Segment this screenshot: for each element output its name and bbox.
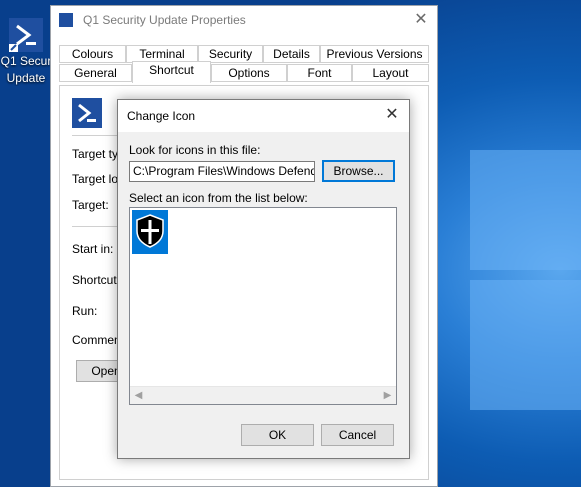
tab-general[interactable]: General bbox=[59, 64, 132, 82]
ok-button[interactable]: OK bbox=[241, 424, 314, 446]
properties-titlebar[interactable]: Q1 Security Update Properties ✕ bbox=[51, 6, 437, 36]
icon-list-item[interactable] bbox=[132, 210, 168, 254]
tab-colours[interactable]: Colours bbox=[59, 45, 126, 63]
scroll-right-icon[interactable]: ▶ bbox=[379, 387, 396, 404]
close-icon[interactable]: ✕ bbox=[375, 100, 409, 132]
horizontal-scrollbar[interactable]: ◀ ▶ bbox=[130, 386, 396, 404]
run-label: Run: bbox=[72, 304, 98, 318]
dialog-titlebar[interactable]: Change Icon ✕ bbox=[118, 100, 409, 132]
icon-file-path-input[interactable]: C:\Program Files\Windows Defender\ bbox=[129, 161, 315, 182]
tab-previous-versions[interactable]: Previous Versions bbox=[320, 45, 429, 63]
look-for-icons-label: Look for icons in this file: bbox=[129, 143, 261, 157]
cancel-button[interactable]: Cancel bbox=[321, 424, 394, 446]
browse-button[interactable]: Browse... bbox=[322, 160, 395, 182]
windows-logo-pane bbox=[470, 150, 581, 270]
dialog-title: Change Icon bbox=[127, 109, 196, 123]
tab-options[interactable]: Options bbox=[211, 64, 287, 82]
windows-defender-shield-icon bbox=[135, 213, 165, 251]
start-in-label: Start in: bbox=[72, 242, 114, 256]
powershell-icon bbox=[9, 18, 43, 52]
tab-font[interactable]: Font bbox=[287, 64, 352, 82]
desktop-shortcut-label: Q1 Secur bbox=[0, 54, 52, 68]
icon-list[interactable]: ◀ ▶ bbox=[129, 207, 397, 405]
tab-shortcut[interactable]: Shortcut bbox=[132, 61, 211, 83]
scroll-left-icon[interactable]: ◀ bbox=[130, 387, 147, 404]
desktop-shortcut[interactable]: Q1 Secur Update bbox=[0, 18, 52, 86]
windows-logo-pane bbox=[470, 280, 581, 410]
tab-details[interactable]: Details bbox=[263, 45, 320, 63]
powershell-icon bbox=[59, 13, 73, 27]
tab-layout[interactable]: Layout bbox=[352, 64, 429, 82]
close-icon[interactable]: ✕ bbox=[405, 6, 437, 34]
properties-title: Q1 Security Update Properties bbox=[83, 13, 246, 27]
desktop-shortcut-label-2: Update bbox=[6, 71, 46, 85]
powershell-icon bbox=[72, 98, 102, 128]
select-icon-label: Select an icon from the list below: bbox=[129, 191, 308, 205]
change-icon-dialog: Change Icon ✕ Look for icons in this fil… bbox=[117, 99, 410, 459]
target-label: Target: bbox=[72, 198, 109, 212]
